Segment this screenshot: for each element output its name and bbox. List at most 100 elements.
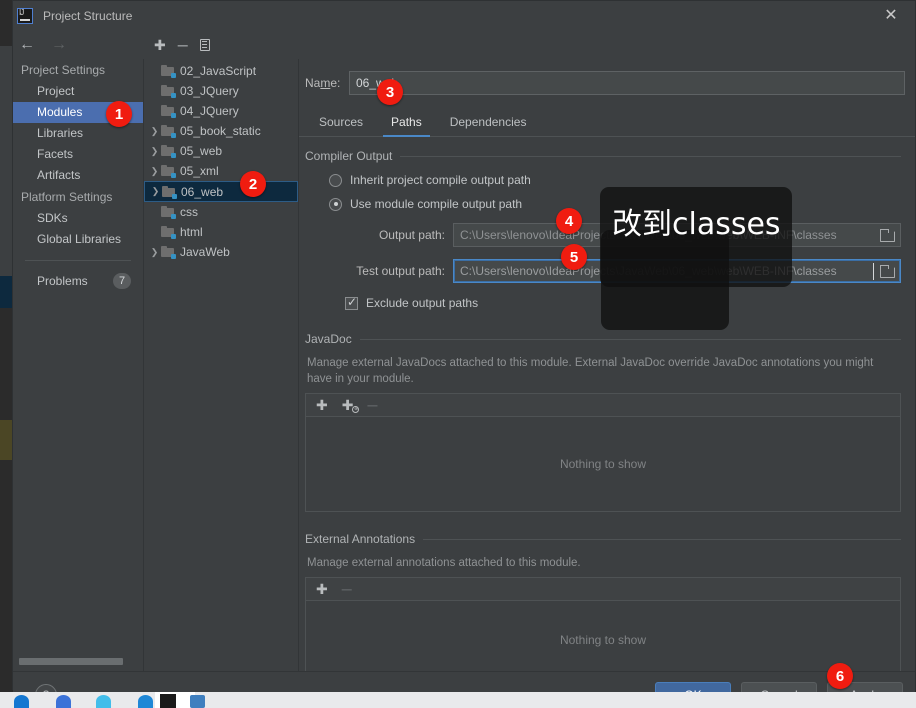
tab-dependencies[interactable]: Dependencies [436, 115, 541, 136]
external-annotations-toolbar: ✚ ─ [306, 578, 900, 601]
tree-item-label: 05_xml [180, 164, 219, 178]
annotation-badge-3: 3 [377, 79, 403, 105]
tree-item-javaweb[interactable]: ❯ JavaWeb [144, 242, 298, 262]
module-tabs: Sources Paths Dependencies [299, 107, 915, 137]
chevron-right-icon[interactable]: ❯ [148, 126, 161, 137]
annotation-badge-4: 4 [556, 208, 582, 234]
module-detail-panel: Name: Sources Paths Dependencies Compile… [299, 59, 915, 680]
javadoc-description: Manage external JavaDocs attached to thi… [307, 357, 874, 385]
tree-item-css[interactable]: › css [144, 202, 298, 222]
project-structure-dialog: Project Structure ✕ ← → ✚ ─ Project Sett… [12, 0, 916, 708]
close-icon[interactable]: ✕ [871, 1, 911, 31]
sidebar-item-artifacts[interactable]: Artifacts [13, 165, 143, 186]
taskbar-intellij-icon[interactable] [160, 694, 176, 708]
taskbar-icon-3[interactable] [96, 695, 111, 708]
section-divider [400, 155, 901, 157]
javadoc-toolbar: ✚ ✚ ⊕ ─ [306, 394, 900, 417]
module-name-input[interactable] [349, 71, 905, 95]
tree-item-05-web[interactable]: ❯ 05_web [144, 141, 298, 161]
chevron-right-icon: › [148, 86, 161, 96]
javadoc-empty-message: Nothing to show [306, 417, 900, 511]
plus-icon[interactable]: ✚ [316, 398, 328, 412]
sidebar-item-project[interactable]: Project [13, 81, 143, 102]
chevron-right-icon[interactable]: ❯ [148, 166, 161, 177]
dialog-titlebar: Project Structure ✕ [13, 1, 915, 31]
tree-item-label: css [180, 205, 198, 219]
external-annotations-list: ✚ ─ Nothing to show [305, 577, 901, 680]
taskbar-icon-4[interactable] [138, 695, 153, 708]
test-output-path-label: Test output path: [356, 264, 445, 278]
toolbar-row: ← → ✚ ─ [13, 31, 915, 59]
plus-icon[interactable]: ✚ [154, 38, 166, 52]
external-annotations-description: Manage external annotations attached to … [307, 557, 581, 569]
radio-icon-unselected [329, 173, 342, 187]
annotation-badge-6: 6 [827, 663, 853, 689]
sidebar-item-global-libraries[interactable]: Global Libraries [13, 229, 143, 250]
chevron-right-icon[interactable]: ❯ [148, 247, 161, 258]
minus-icon[interactable]: ─ [178, 38, 188, 52]
javadoc-title: JavaDoc [305, 332, 352, 346]
tab-paths[interactable]: Paths [377, 115, 436, 137]
screen: Project Structure ✕ ← → ✚ ─ Project Sett… [0, 0, 916, 708]
module-name-label: Name: [305, 76, 341, 90]
module-folder-icon [161, 165, 176, 178]
scrollbar-thumb[interactable] [19, 658, 123, 665]
tree-item-label: 06_web [181, 184, 224, 199]
radio-module-label: Use module compile output path [350, 197, 523, 211]
tree-item-label: 03_JQuery [180, 84, 239, 98]
taskbar-icon-2[interactable] [56, 695, 71, 708]
sidebar-item-sdks[interactable]: SDKs [13, 208, 143, 229]
plus-icon[interactable]: ✚ [316, 582, 328, 596]
section-divider [359, 338, 901, 340]
tree-item-06-web[interactable]: ❯ 06_web [144, 181, 298, 202]
annotation-badge-1: 1 [106, 101, 132, 127]
chevron-right-icon: › [148, 227, 161, 237]
module-folder-icon [161, 105, 176, 118]
chevron-right-icon[interactable]: ❯ [149, 186, 162, 197]
output-path-label: Output path: [378, 228, 445, 242]
tree-item-html[interactable]: › html [144, 222, 298, 242]
arrow-left-icon[interactable]: ← [19, 37, 35, 53]
tree-item-04-jquery[interactable]: › 04_JQuery [144, 101, 298, 121]
tree-item-02-javascript[interactable]: › 02_JavaScript [144, 61, 298, 81]
section-divider [423, 538, 901, 540]
compiler-output-header: Compiler Output [305, 149, 901, 163]
exclude-output-paths-label: Exclude output paths [366, 296, 479, 310]
taskbar-icon-1[interactable] [14, 695, 29, 708]
plus-globe-icon[interactable]: ✚ ⊕ [342, 398, 360, 413]
module-tree-toolbar: ✚ ─ [144, 31, 299, 59]
sidebar-item-facets[interactable]: Facets [13, 144, 143, 165]
module-folder-icon [161, 246, 176, 259]
sidebar-horizontal-scrollbar[interactable] [19, 658, 144, 665]
module-folder-icon [161, 65, 176, 78]
sidebar-group-project-settings: Project Settings [21, 63, 106, 77]
sidebar-item-problems[interactable]: Problems 7 [13, 269, 143, 293]
module-tree: › 02_JavaScript › 03_JQuery › 04_JQuery … [144, 59, 299, 671]
tree-item-05-xml[interactable]: ❯ 05_xml [144, 161, 298, 181]
chevron-right-icon[interactable]: ❯ [148, 146, 161, 157]
problems-count-badge: 7 [113, 273, 131, 289]
annotation-badge-5: 5 [561, 244, 587, 270]
minus-icon: ─ [367, 397, 378, 413]
test-output-path-browse-button[interactable] [874, 260, 900, 282]
settings-sidebar: Project Settings Project Modules Librari… [13, 59, 144, 671]
annotation-note-box-lower [601, 230, 729, 330]
radio-inherit-label: Inherit project compile output path [350, 173, 531, 187]
external-annotations-section: External Annotations Manage external ann… [305, 532, 901, 680]
intellij-idea-logo-icon [17, 8, 33, 24]
tree-item-label: 02_JavaScript [180, 64, 257, 78]
javadoc-section: JavaDoc Manage external JavaDocs attache… [305, 332, 901, 512]
chevron-right-icon: › [148, 66, 161, 76]
sidebar-item-problems-label: Problems [37, 274, 88, 288]
output-path-browse-button[interactable] [874, 224, 900, 246]
dialog-title: Project Structure [43, 9, 133, 23]
module-folder-icon [161, 85, 176, 98]
tree-item-03-jquery[interactable]: › 03_JQuery [144, 81, 298, 101]
tab-sources[interactable]: Sources [305, 115, 377, 136]
copy-icon[interactable] [199, 39, 210, 51]
taskbar-icon-6[interactable] [190, 695, 205, 708]
radio-inherit-project-output[interactable]: Inherit project compile output path [329, 173, 901, 187]
module-folder-icon [161, 226, 176, 239]
tree-item-05-book-static[interactable]: ❯ 05_book_static [144, 121, 298, 141]
arrow-right-icon[interactable]: → [51, 37, 67, 53]
